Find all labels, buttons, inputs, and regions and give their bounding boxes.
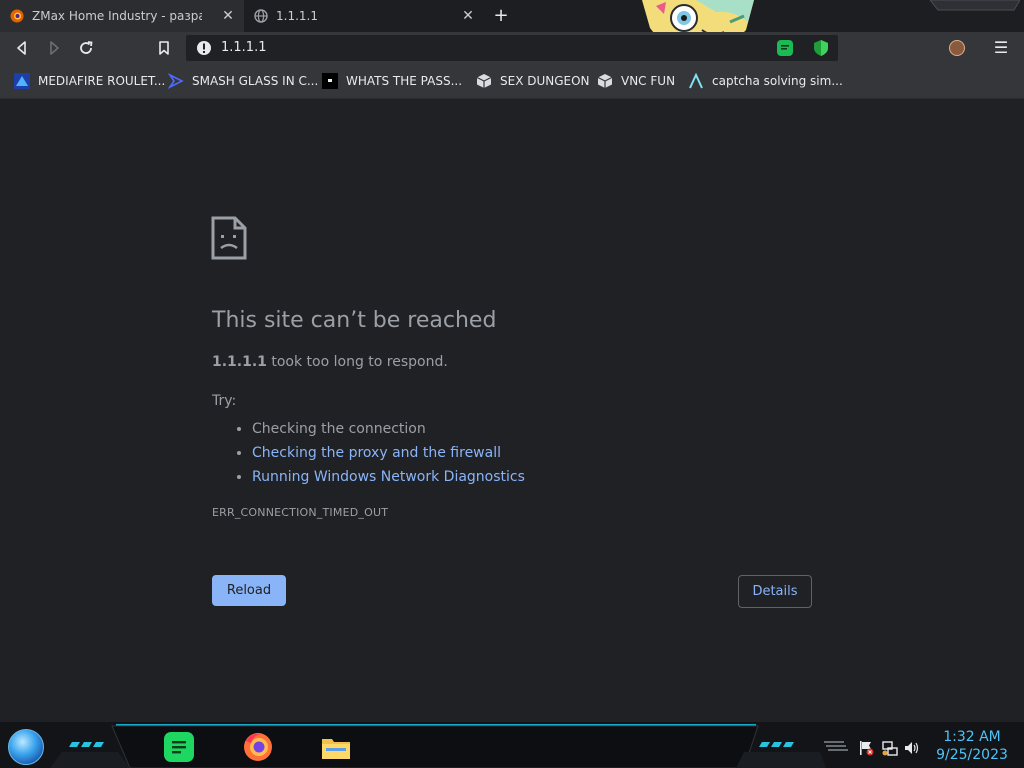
firefox-icon xyxy=(10,9,24,23)
menu-icon[interactable]: ☰ xyxy=(992,38,1010,58)
volume-icon[interactable] xyxy=(904,740,920,756)
suggestion-text: Checking the connection xyxy=(252,421,426,437)
start-button[interactable] xyxy=(8,729,44,765)
details-button[interactable]: Details xyxy=(738,575,812,608)
file-explorer-icon[interactable] xyxy=(320,731,352,763)
shield-extension-icon[interactable] xyxy=(812,39,830,57)
forward-button[interactable] xyxy=(42,36,66,60)
error-message: 1.1.1.1 took too long to respond. xyxy=(212,354,448,370)
suggestions-list: Checking the connection Checking the pro… xyxy=(232,417,525,489)
bookmark-label: SEX DUNGEON xyxy=(500,74,590,88)
firefox-icon[interactable] xyxy=(242,731,274,763)
lambda-icon xyxy=(688,72,704,89)
bookmark-label: VNC FUN xyxy=(621,74,676,88)
error-host: 1.1.1.1 xyxy=(212,354,267,370)
bookmark-button[interactable] xyxy=(152,36,176,60)
clock-date: 9/25/2023 xyxy=(936,747,1008,763)
tab-1111[interactable]: 1.1.1.1 ✕ xyxy=(244,0,484,32)
bookmark-label: captcha solving sim... xyxy=(712,74,843,88)
close-icon[interactable]: ✕ xyxy=(460,8,476,24)
mediafire-icon xyxy=(14,73,30,89)
bookmark-item[interactable]: SMASH GLASS IN C... xyxy=(167,72,319,90)
bookmark-label: MEDIAFIRE ROULET... xyxy=(38,74,166,88)
bookmark-item[interactable]: captcha solving sim... xyxy=(688,72,843,90)
cube-icon xyxy=(597,73,613,89)
network-icon[interactable] xyxy=(882,740,898,756)
proxy-firewall-link[interactable]: Checking the proxy and the firewall xyxy=(252,445,501,461)
arrow-bookmark-icon xyxy=(167,72,184,90)
bookmarks-bar: MEDIAFIRE ROULET... SMASH GLASS IN C... … xyxy=(0,64,1024,99)
window-frame-decoration xyxy=(930,0,1020,11)
tab-strip: ZMax Home Industry - разработк ✕ 1.1.1.1… xyxy=(0,0,1024,48)
tab-title: 1.1.1.1 xyxy=(276,9,318,23)
back-arrow-icon xyxy=(17,41,26,55)
profile-avatar[interactable] xyxy=(949,40,965,56)
list-item: Checking the connection xyxy=(252,417,525,441)
bookmark-icon xyxy=(159,41,169,55)
close-icon[interactable]: ✕ xyxy=(220,8,236,24)
reload-button[interactable]: Reload xyxy=(212,575,286,606)
network-diagnostics-link[interactable]: Running Windows Network Diagnostics xyxy=(252,469,525,485)
new-tab-button[interactable]: + xyxy=(490,5,512,27)
cube-icon xyxy=(476,73,492,89)
system-clock[interactable]: 1:32 AM 9/25/2023 xyxy=(932,728,1012,764)
sad-page-icon xyxy=(211,216,247,260)
chat-extension-icon[interactable] xyxy=(776,39,794,57)
bookmark-item[interactable]: SEX DUNGEON xyxy=(476,72,590,90)
list-item: Checking the proxy and the firewall xyxy=(252,441,525,465)
back-button[interactable] xyxy=(10,36,34,60)
bookmark-label: SMASH GLASS IN C... xyxy=(192,74,319,88)
forward-arrow-icon xyxy=(50,41,59,55)
bookmark-item[interactable]: WHATS THE PASS... xyxy=(322,72,462,90)
globe-icon xyxy=(254,9,268,23)
error-title: This site can’t be reached xyxy=(212,308,497,333)
list-item: Running Windows Network Diagnostics xyxy=(252,465,525,489)
reload-icon xyxy=(80,41,93,54)
bookmark-item[interactable]: MEDIAFIRE ROULET... xyxy=(14,72,165,90)
bookmark-item[interactable]: VNC FUN xyxy=(597,72,675,90)
error-code: ERR_CONNECTION_TIMED_OUT xyxy=(212,506,389,519)
reload-toolbar-button[interactable] xyxy=(74,36,98,60)
address-bar[interactable] xyxy=(186,35,838,61)
tab-zmax[interactable]: ZMax Home Industry - разработк ✕ xyxy=(0,0,244,32)
spotify-icon[interactable] xyxy=(163,731,195,763)
black-square-icon xyxy=(322,73,338,89)
url-text[interactable]: 1.1.1.1 xyxy=(221,40,266,55)
action-center-flag-icon[interactable] xyxy=(858,740,874,756)
info-warning-icon[interactable] xyxy=(196,40,212,56)
tab-title: ZMax Home Industry - разработк xyxy=(32,9,202,23)
bookmark-label: WHATS THE PASS... xyxy=(346,74,463,88)
try-label: Try: xyxy=(212,393,237,409)
clock-time: 1:32 AM xyxy=(943,729,1001,745)
error-detail: took too long to respond. xyxy=(266,354,448,370)
